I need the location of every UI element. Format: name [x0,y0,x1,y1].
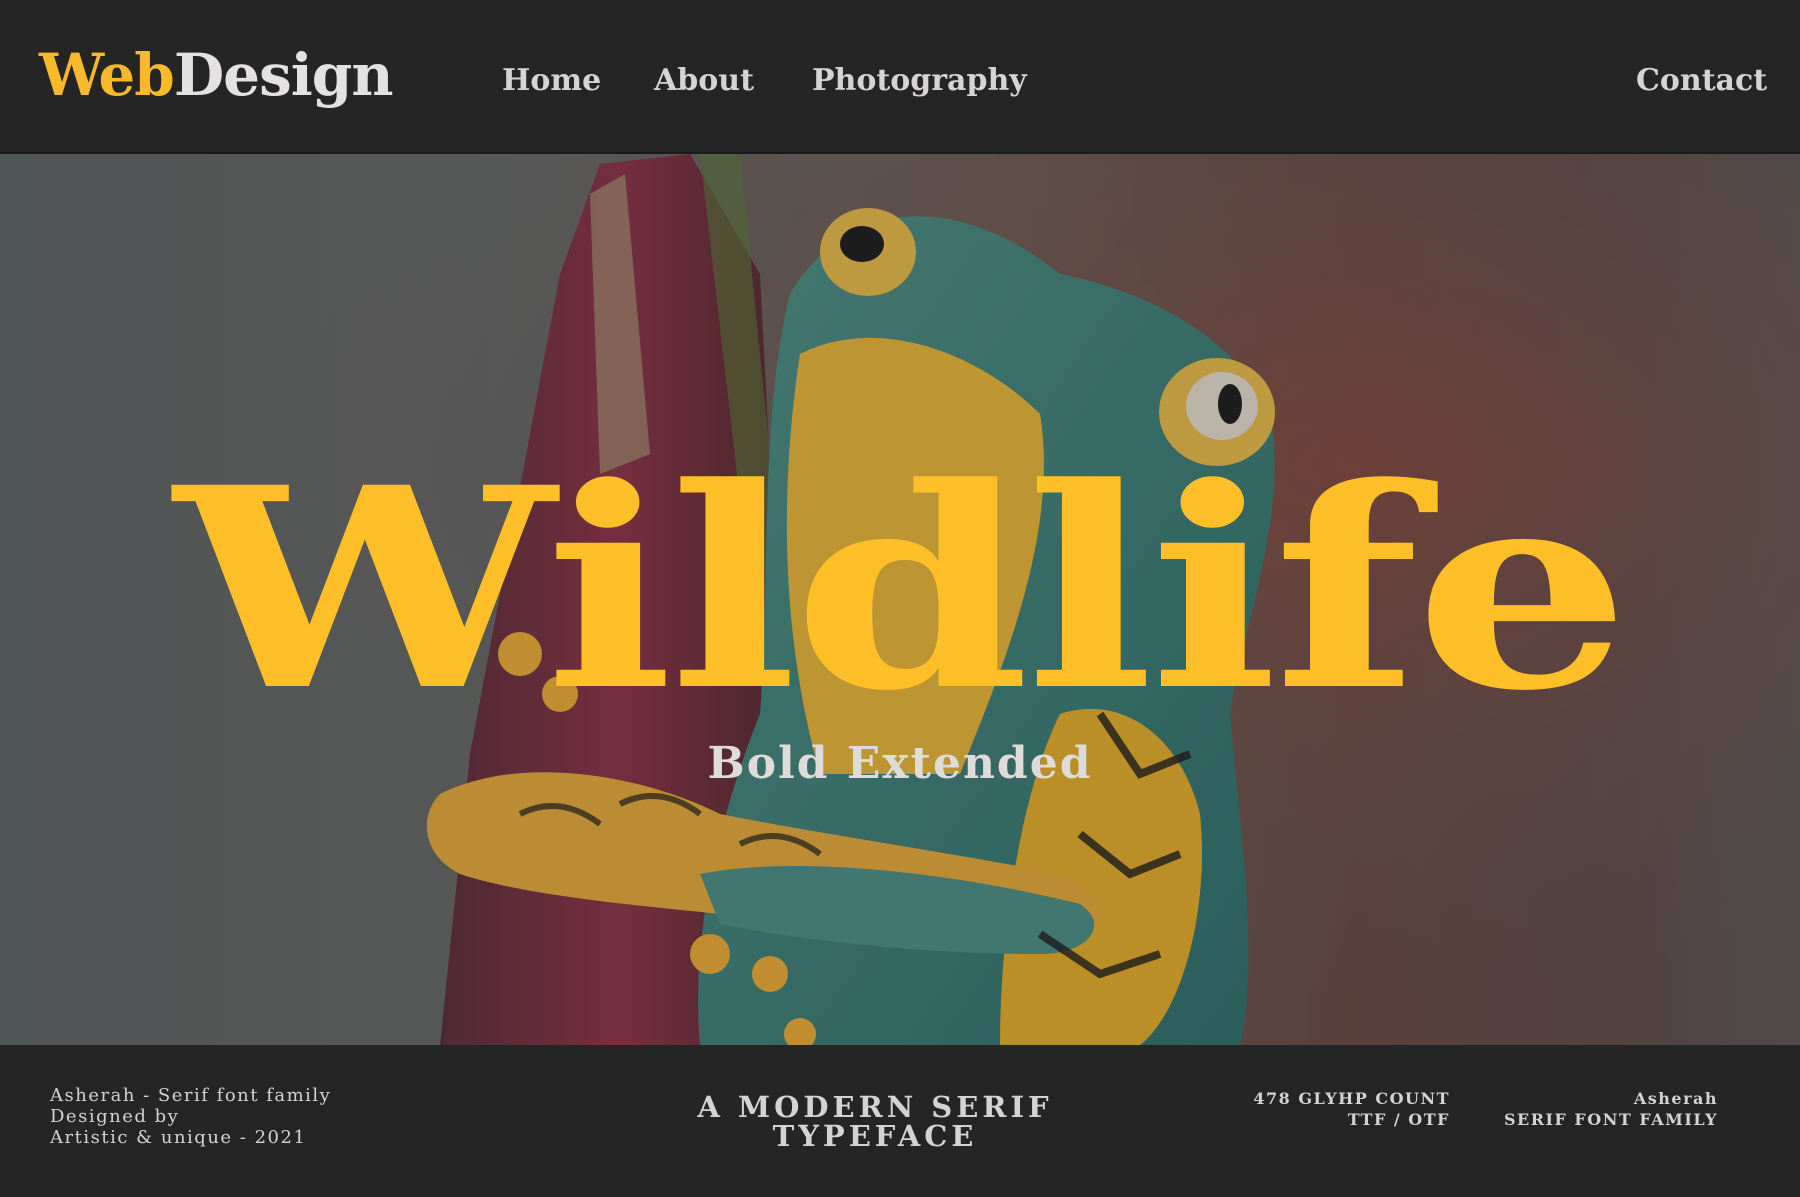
glyph-count: 478 GLYHP COUNT [1253,1089,1450,1108]
font-credits: Asherah - Serif font family Designed by … [50,1085,331,1148]
credits-line-1: Asherah - Serif font family [50,1085,332,1106]
nav-about-link[interactable]: About [654,66,754,96]
font-family-info: Asherah SERIF FONT FAMILY [1504,1088,1718,1130]
logo-design: Design [173,41,394,109]
nav-home-link[interactable]: Home [502,66,601,96]
nav-contact-link[interactable]: Contact [1636,66,1767,96]
footer-tagline: A MODERN SERIF TYPEFACE [697,1090,1053,1153]
site-logo[interactable]: WebDesign [39,46,393,104]
font-formats: TTF / OTF [1347,1110,1450,1129]
logo-web: Web [39,41,175,109]
credits-line-2: Designed by [50,1106,180,1127]
font-specs: 478 GLYHP COUNT TTF / OTF [1253,1088,1450,1130]
credits-line-3: Artistic & unique - 2021 [50,1127,307,1148]
family-type: SERIF FONT FAMILY [1503,1110,1718,1129]
hero-title: Wildlife [174,428,1630,752]
top-navbar: WebDesign Home About Photography Contact [0,0,1800,154]
hero-subtitle: Bold Extended [707,738,1093,789]
family-name: Asherah [1633,1089,1718,1108]
footer-bar: Asherah - Serif font family Designed by … [0,1045,1800,1197]
nav-photography-link[interactable]: Photography [812,66,1027,96]
